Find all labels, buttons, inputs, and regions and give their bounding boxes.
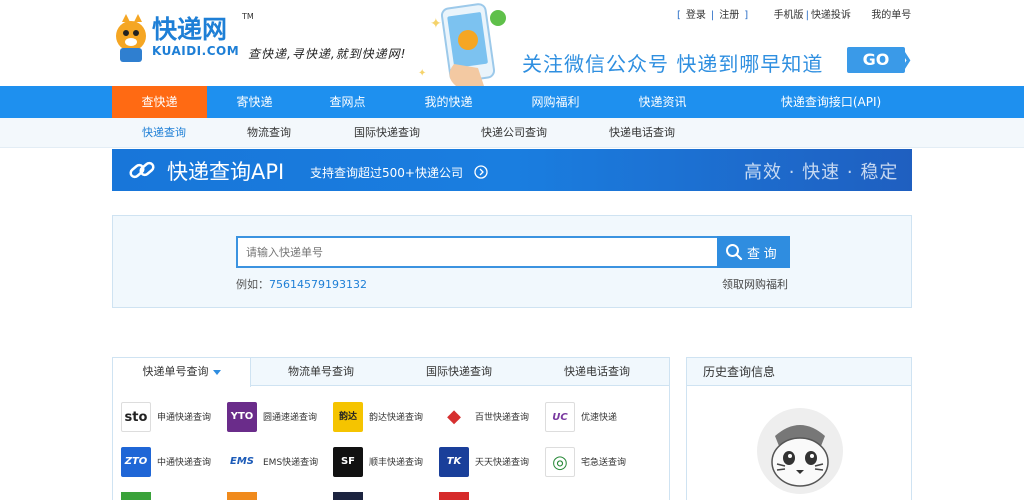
courier-item[interactable]: EMS EMS快递查询 bbox=[227, 447, 327, 477]
tab-tracking-number[interactable]: 快递单号查询 bbox=[113, 358, 251, 387]
courier-name: 中通快递查询 bbox=[157, 458, 212, 468]
nav-item-send[interactable]: 寄快递 bbox=[207, 86, 302, 118]
chevron-right-icon: ❯ bbox=[897, 49, 913, 70]
courier-name: 圆通速递查询 bbox=[263, 413, 318, 423]
wechat-phone-image: ✦ ✦ bbox=[414, 2, 514, 86]
courier-tabs-box: 快递单号查询 物流单号查询 国际快递查询 快递电话查询 sto 申通快递查询 Y… bbox=[112, 357, 670, 500]
api-banner-tagline: 高效 · 快速 · 稳定 bbox=[744, 162, 899, 183]
courier-item[interactable]: ◆ 百世快递查询 bbox=[439, 402, 539, 432]
sub-nav: 快递查询 物流查询 国际快递查询 快递公司查询 快递电话查询 bbox=[0, 118, 1024, 148]
history-box: 历史查询信息 bbox=[686, 357, 912, 500]
search-icon bbox=[726, 244, 743, 261]
courier-item[interactable]: ZTO 中通快递查询 bbox=[121, 447, 221, 477]
courier-logo-partial[interactable] bbox=[439, 492, 469, 500]
logo-subtitle: KUAIDI.COM bbox=[152, 44, 240, 58]
banner-go-label: GO bbox=[862, 50, 890, 69]
example-hint: 例如：75614579193132 bbox=[236, 276, 367, 292]
circle-arrow-right-icon bbox=[474, 165, 488, 179]
courier-name: 百世快递查询 bbox=[475, 413, 530, 423]
svg-text:✦: ✦ bbox=[418, 68, 426, 79]
coupon-link[interactable]: 领取网购福利 bbox=[722, 276, 788, 292]
nav-item-outlets[interactable]: 查网点 bbox=[300, 86, 395, 118]
courier-logo-partial[interactable] bbox=[333, 492, 363, 500]
api-banner-subtitle: 支持查询超过500+快递公司 bbox=[310, 166, 463, 180]
courier-item[interactable]: UC 优速快递 bbox=[545, 402, 645, 432]
mobile-link[interactable]: 手机版 bbox=[774, 10, 804, 21]
courier-item[interactable]: ◎ 宅急送查询 bbox=[545, 447, 645, 477]
top-links: [登录 | 注册] 手机版 | 快递投诉 我的单号 bbox=[677, 10, 912, 21]
caret-down-icon bbox=[212, 369, 221, 375]
banner-go-button[interactable]: GO ❯ bbox=[847, 47, 913, 73]
courier-name: 优速快递 bbox=[581, 413, 618, 423]
link-icon bbox=[129, 161, 155, 179]
api-banner[interactable]: 快递查询API 支持查询超过500+快递公司 高效 · 快速 · 稳定 bbox=[112, 149, 912, 191]
courier-item[interactable]: 韵达 韵达快递查询 bbox=[333, 402, 433, 432]
sf-express-logo-icon: SF bbox=[333, 447, 363, 477]
search-button[interactable]: 查 询 bbox=[717, 236, 790, 268]
search-panel: 查 询 例如：75614579193132 领取网购福利 bbox=[112, 215, 912, 308]
tab-label: 快递单号查询 bbox=[142, 365, 209, 378]
tracking-number-input[interactable] bbox=[236, 236, 718, 268]
courier-name: 顺丰快递查询 bbox=[369, 458, 424, 468]
nav-item-api[interactable]: 快递查询接口(API) bbox=[760, 86, 902, 118]
nav-item-shopping-benefits[interactable]: 网购福利 bbox=[508, 86, 603, 118]
courier-item[interactable]: SF 顺丰快递查询 bbox=[333, 447, 433, 477]
history-title: 历史查询信息 bbox=[687, 358, 911, 386]
courier-name: EMS快递查询 bbox=[263, 458, 319, 468]
site-logo[interactable]: 快递网 TM KUAIDI.COM bbox=[112, 8, 254, 64]
login-link[interactable]: 登录 bbox=[686, 10, 706, 21]
example-label: 例如： bbox=[236, 278, 269, 291]
courier-name: 天天快递查询 bbox=[475, 458, 530, 468]
subnav-item-company[interactable]: 快递公司查询 bbox=[481, 118, 547, 148]
courier-item[interactable]: YTO 圆通速递查询 bbox=[227, 402, 327, 432]
courier-name: 韵达快递查询 bbox=[369, 413, 424, 423]
uc-express-logo-icon: UC bbox=[545, 402, 575, 432]
my-orders-link[interactable]: 我的单号 bbox=[871, 10, 911, 21]
courier-name: 申通快递查询 bbox=[157, 413, 212, 423]
slogan: 查快递,寻快递,就到快递网! bbox=[248, 47, 407, 61]
courier-item[interactable]: TK 天天快递查询 bbox=[439, 447, 539, 477]
ems-logo-icon: EMS bbox=[227, 447, 257, 477]
search-button-label: 查 询 bbox=[747, 245, 777, 261]
tab-logistics-number[interactable]: 物流单号查询 bbox=[252, 358, 390, 386]
courier-logo-partial[interactable] bbox=[121, 492, 151, 500]
courier-name: 宅急送查询 bbox=[581, 458, 627, 468]
nav-item-track[interactable]: 查快递 bbox=[112, 86, 207, 118]
main-nav: 查快递 寄快递 查网点 我的快递 网购福利 快递资讯 快递查询接口(API) bbox=[0, 86, 1024, 118]
subnav-item-phone[interactable]: 快递电话查询 bbox=[609, 118, 675, 148]
yunda-logo-icon: 韵达 bbox=[333, 402, 363, 432]
header: 快递网 TM KUAIDI.COM 查快递,寻快递,就到快递网! ✦ ✦ 关注微… bbox=[0, 0, 1024, 86]
zjs-logo-icon: ◎ bbox=[545, 447, 575, 477]
subnav-item-international[interactable]: 国际快递查询 bbox=[354, 118, 420, 148]
sto-logo-icon: sto bbox=[121, 402, 151, 432]
logo-tm: TM bbox=[242, 12, 254, 21]
logo-text: 快递网 bbox=[152, 15, 228, 44]
tiger-mascot-icon bbox=[757, 408, 843, 494]
subnav-item-logistics[interactable]: 物流查询 bbox=[247, 118, 291, 148]
register-link[interactable]: 注册 bbox=[719, 10, 739, 21]
best-express-logo-icon: ◆ bbox=[439, 402, 469, 432]
example-number-link[interactable]: 75614579193132 bbox=[269, 278, 367, 291]
nav-item-my-parcels[interactable]: 我的快递 bbox=[401, 86, 496, 118]
courier-item[interactable]: sto 申通快递查询 bbox=[121, 402, 221, 432]
wechat-banner-text[interactable]: 关注微信公众号 快递到哪早知道 bbox=[522, 48, 823, 77]
tab-international[interactable]: 国际快递查询 bbox=[390, 358, 528, 386]
yto-logo-icon: YTO bbox=[227, 402, 257, 432]
tab-phone[interactable]: 快递电话查询 bbox=[528, 358, 666, 386]
tiantian-logo-icon: TK bbox=[439, 447, 469, 477]
nav-item-news[interactable]: 快递资讯 bbox=[615, 86, 710, 118]
zto-logo-icon: ZTO bbox=[121, 447, 151, 477]
courier-logo-partial[interactable] bbox=[227, 492, 257, 500]
api-banner-title: 快递查询API bbox=[167, 160, 285, 184]
subnav-item-express[interactable]: 快递查询 bbox=[142, 118, 186, 148]
complaint-link[interactable]: 快递投诉 bbox=[811, 10, 851, 21]
tabs-bar: 快递单号查询 物流单号查询 国际快递查询 快递电话查询 bbox=[113, 358, 669, 387]
svg-text:✦: ✦ bbox=[430, 16, 442, 32]
